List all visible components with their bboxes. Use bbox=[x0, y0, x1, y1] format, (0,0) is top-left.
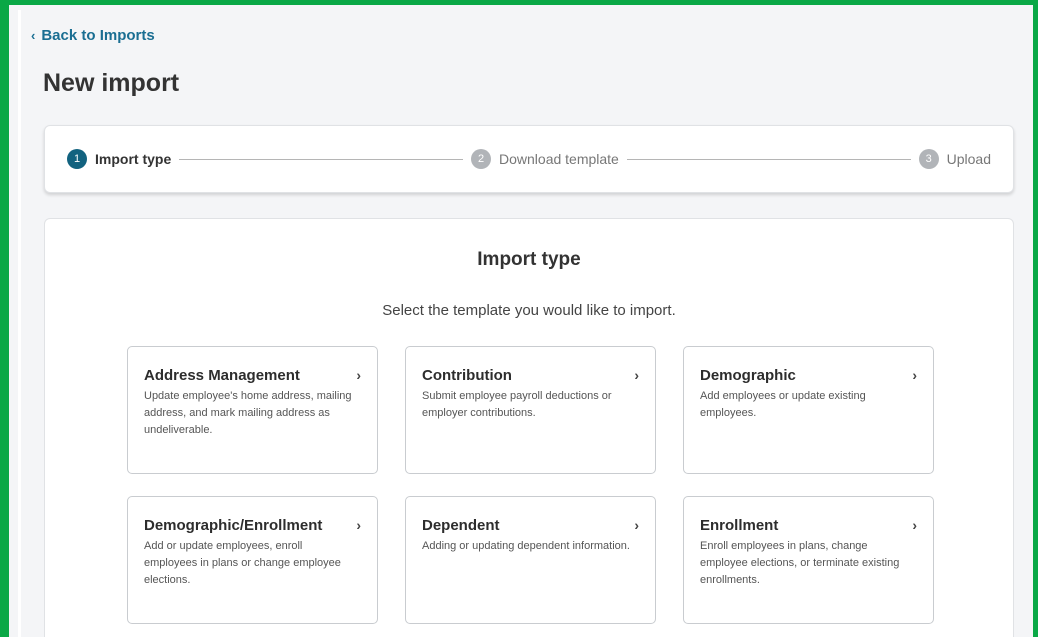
card-title: Address Management bbox=[144, 367, 300, 384]
card-contribution[interactable]: Contribution Submit employee payroll ded… bbox=[405, 346, 656, 474]
chevron-right-icon: › bbox=[912, 517, 917, 533]
step-number-badge: 2 bbox=[471, 149, 491, 169]
step-label: Download template bbox=[499, 151, 619, 167]
step-download-template: 2 Download template bbox=[471, 149, 619, 169]
card-demographic[interactable]: Demographic Add employees or update exis… bbox=[683, 346, 934, 474]
back-to-imports-link[interactable]: ‹ Back to Imports bbox=[31, 27, 155, 44]
step-connector bbox=[626, 158, 911, 160]
card-description: Add or update employees, enroll employee… bbox=[144, 540, 341, 586]
card-dependent[interactable]: Dependent Adding or updating dependent i… bbox=[405, 496, 656, 624]
chevron-right-icon: › bbox=[356, 367, 361, 383]
step-connector bbox=[179, 158, 463, 160]
card-title: Dependent bbox=[422, 517, 500, 534]
card-description: Add employees or update existing employe… bbox=[700, 390, 866, 419]
card-title: Demographic bbox=[700, 367, 796, 384]
card-description: Adding or updating dependent information… bbox=[422, 540, 630, 552]
card-title: Contribution bbox=[422, 367, 512, 384]
card-title: Enrollment bbox=[700, 517, 779, 534]
card-description: Update employee's home address, mailing … bbox=[144, 390, 352, 436]
step-label: Import type bbox=[95, 151, 172, 167]
frame-inner-line bbox=[18, 10, 21, 637]
chevron-right-icon: › bbox=[356, 517, 361, 533]
card-enrollment[interactable]: Enrollment Enroll employees in plans, ch… bbox=[683, 496, 934, 624]
page-title: New import bbox=[43, 69, 180, 97]
app-frame: ‹ Back to Imports New import 1 Import ty… bbox=[0, 0, 1038, 637]
chevron-right-icon: › bbox=[912, 367, 917, 383]
import-type-card-grid: Address Management Update employee's hom… bbox=[127, 346, 934, 624]
panel-title: Import type bbox=[477, 249, 581, 270]
card-title: Demographic/Enrollment bbox=[144, 517, 323, 534]
panel-subtitle: Select the template you would like to im… bbox=[382, 302, 676, 319]
card-description: Enroll employees in plans, change employ… bbox=[700, 540, 900, 586]
step-number-badge: 1 bbox=[67, 149, 87, 169]
step-label: Upload bbox=[946, 151, 991, 167]
card-demographic-enrollment[interactable]: Demographic/Enrollment Add or update emp… bbox=[127, 496, 378, 624]
import-stepper: 1 Import type 2 Download template 3 Uplo… bbox=[44, 125, 1014, 193]
chevron-right-icon: › bbox=[634, 367, 639, 383]
step-upload: 3 Upload bbox=[918, 149, 991, 169]
chevron-right-icon: › bbox=[634, 517, 639, 533]
step-import-type: 1 Import type bbox=[67, 149, 171, 169]
card-description: Submit employee payroll deductions or em… bbox=[422, 390, 612, 419]
import-type-panel: Import type Select the template you woul… bbox=[44, 218, 1014, 637]
step-number-badge: 3 bbox=[918, 149, 939, 169]
card-address-management[interactable]: Address Management Update employee's hom… bbox=[127, 346, 378, 474]
chevron-left-icon: ‹ bbox=[31, 28, 36, 43]
back-link-label: Back to Imports bbox=[41, 27, 155, 44]
